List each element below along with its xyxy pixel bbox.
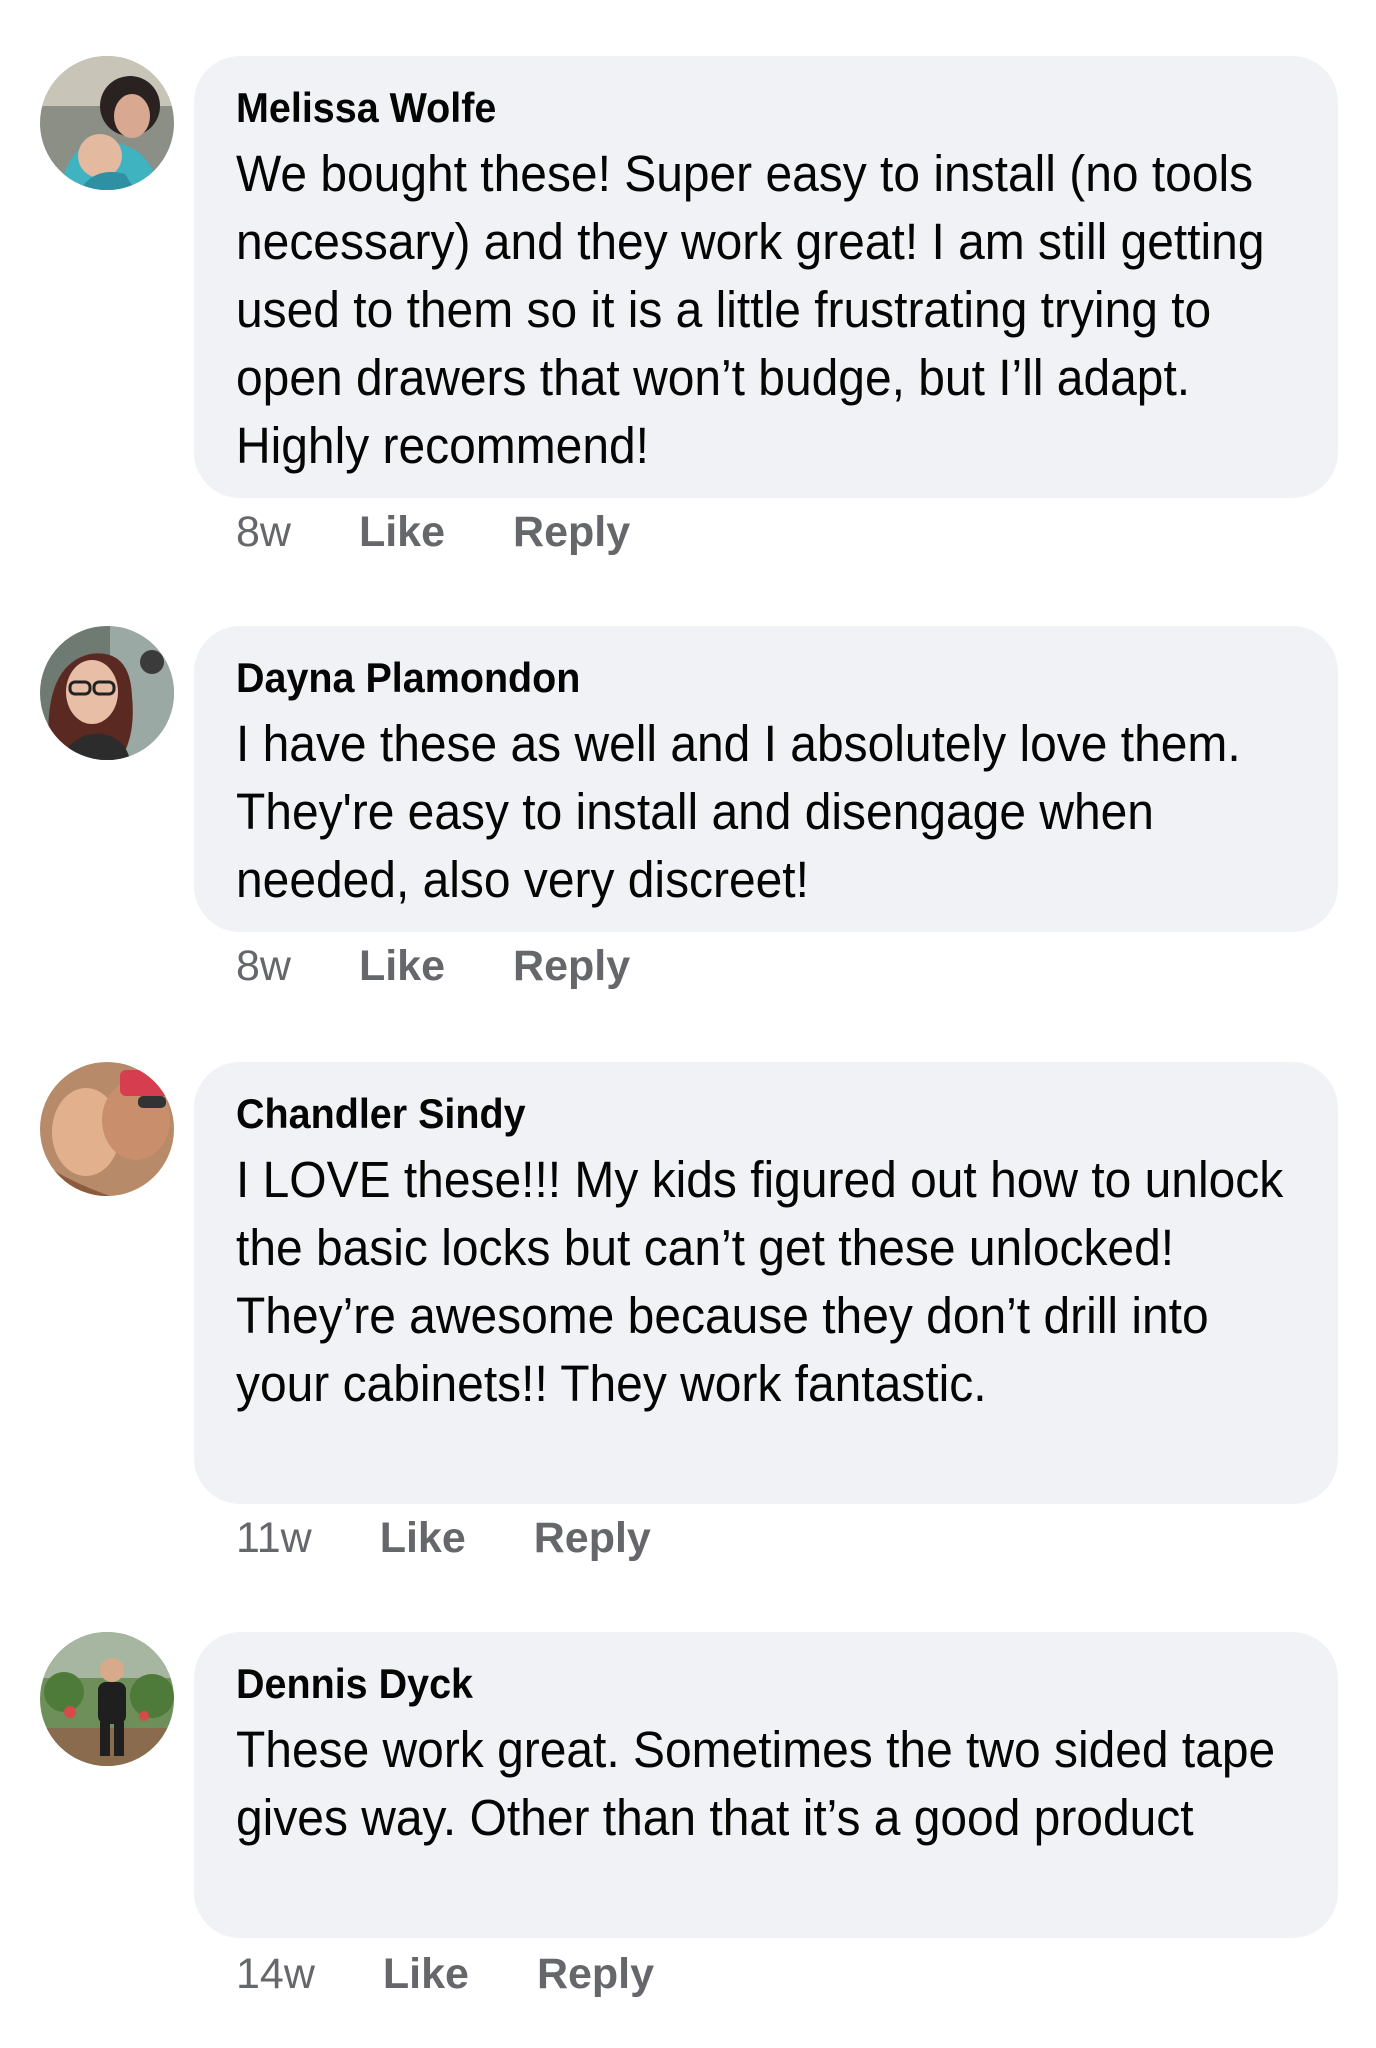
comment-author[interactable]: Melissa Wolfe bbox=[236, 82, 496, 134]
comment-actions: 11w Like Reply bbox=[236, 1514, 651, 1563]
comment-timestamp[interactable]: 8w bbox=[236, 942, 291, 991]
comment-text: These work great. Sometimes the two side… bbox=[236, 1721, 1276, 1846]
comment-timestamp[interactable]: 11w bbox=[236, 1514, 312, 1563]
comment-item: Dennis Dyck These work great. Sometimes … bbox=[0, 1632, 1376, 2032]
reply-button[interactable]: Reply bbox=[534, 1514, 651, 1563]
comment-item: Dayna Plamondon I have these as well and… bbox=[0, 626, 1376, 1006]
avatar[interactable] bbox=[40, 1632, 174, 1766]
avatar[interactable] bbox=[40, 56, 174, 190]
avatar[interactable] bbox=[40, 626, 174, 760]
comment-author[interactable]: Chandler Sindy bbox=[236, 1088, 526, 1140]
comment-text: I have these as well and I absolutely lo… bbox=[236, 715, 1241, 908]
like-button[interactable]: Like bbox=[380, 1514, 466, 1563]
avatar-photo bbox=[40, 626, 174, 760]
avatar-photo bbox=[40, 1062, 174, 1196]
avatar-photo bbox=[40, 56, 174, 190]
comment-actions: 8w Like Reply bbox=[236, 508, 630, 557]
comment-author[interactable]: Dennis Dyck bbox=[236, 1658, 473, 1710]
comment-bubble: Dayna Plamondon I have these as well and… bbox=[194, 626, 1338, 932]
reply-button[interactable]: Reply bbox=[513, 942, 630, 991]
comment-item: Chandler Sindy I LOVE these!!! My kids f… bbox=[0, 1062, 1376, 1582]
comment-text: I LOVE these!!! My kids figured out how … bbox=[236, 1151, 1284, 1412]
reply-button[interactable]: Reply bbox=[537, 1950, 654, 1999]
comment-text: We bought these! Super easy to install (… bbox=[236, 145, 1265, 474]
comment-bubble: Dennis Dyck These work great. Sometimes … bbox=[194, 1632, 1338, 1938]
reply-button[interactable]: Reply bbox=[513, 508, 630, 557]
comment-author[interactable]: Dayna Plamondon bbox=[236, 652, 580, 704]
comment-item: Melissa Wolfe We bought these! Super eas… bbox=[0, 56, 1376, 576]
like-button[interactable]: Like bbox=[383, 1950, 469, 1999]
comment-actions: 8w Like Reply bbox=[236, 942, 630, 991]
avatar-photo bbox=[40, 1632, 174, 1766]
comment-bubble: Chandler Sindy I LOVE these!!! My kids f… bbox=[194, 1062, 1338, 1504]
avatar[interactable] bbox=[40, 1062, 174, 1196]
comment-timestamp[interactable]: 8w bbox=[236, 508, 291, 557]
comment-actions: 14w Like Reply bbox=[236, 1950, 654, 1999]
like-button[interactable]: Like bbox=[359, 942, 445, 991]
like-button[interactable]: Like bbox=[359, 508, 445, 557]
comment-timestamp[interactable]: 14w bbox=[236, 1950, 315, 1999]
comment-bubble: Melissa Wolfe We bought these! Super eas… bbox=[194, 56, 1338, 498]
